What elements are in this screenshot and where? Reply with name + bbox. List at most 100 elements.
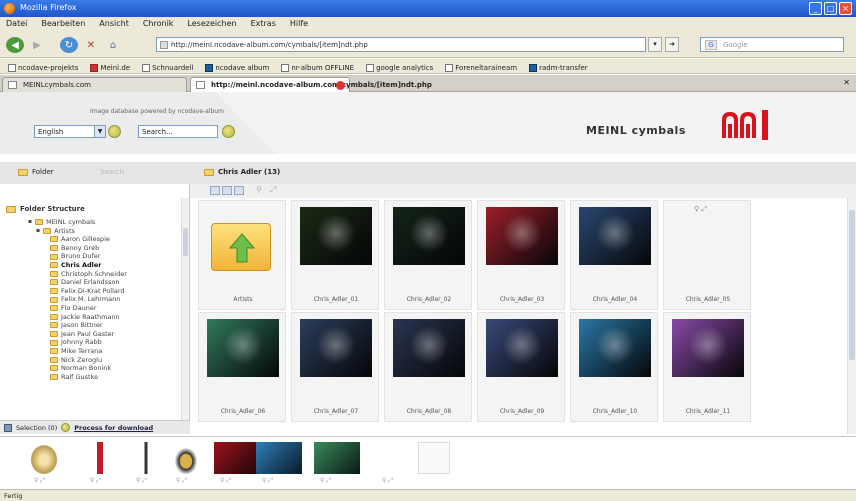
maximize-button[interactable]: □ — [824, 2, 837, 15]
thumbnail-cell[interactable]: Chris_Adler_02 — [384, 200, 472, 310]
bookmark-item[interactable]: Foreneltaraineam — [445, 62, 517, 73]
selection-thumbnail[interactable] — [376, 442, 408, 474]
zoom-icon[interactable]: ⚲ ⤢ — [694, 205, 707, 214]
bookmark-item[interactable]: ncodave album — [205, 62, 269, 73]
view-grid-icon[interactable] — [210, 186, 220, 195]
close-tab-icon[interactable] — [336, 81, 345, 90]
selection-thumbnail[interactable] — [214, 442, 260, 474]
photo-thumbnail[interactable] — [579, 319, 651, 377]
tree-group[interactable]: ▪ Artists — [28, 227, 127, 236]
menu-help[interactable]: Hilfe — [290, 19, 308, 32]
stop-icon[interactable]: ✕ — [82, 37, 100, 53]
selection-thumbnail[interactable] — [84, 442, 116, 474]
photo-thumbnail[interactable] — [393, 207, 465, 265]
reload-icon[interactable]: ↻ — [60, 37, 78, 53]
bookmark-item[interactable]: nr-album OFFLINE — [281, 62, 354, 73]
tree-item[interactable]: Ralf Gustke — [28, 373, 127, 382]
tab-folder[interactable]: Folder — [18, 168, 54, 176]
selection-thumbnail[interactable] — [314, 442, 360, 474]
search-field[interactable]: G Google — [700, 37, 844, 52]
thumbnail-cell[interactable]: Chris_Adler_10 — [570, 312, 658, 422]
search-button[interactable] — [222, 125, 235, 138]
close-button[interactable]: × — [839, 2, 852, 15]
language-select[interactable]: English ▼ — [34, 125, 106, 138]
zoom-icon[interactable]: ⚲ ⤢ — [262, 477, 273, 485]
zoom-icon[interactable]: ⚲ ⤢ — [382, 477, 393, 485]
tree-item[interactable]: Felix M. Lehrmann — [28, 295, 127, 304]
zoom-icon[interactable]: ⚲ ⤢ — [90, 477, 101, 485]
tree-item[interactable]: Mike Terrana — [28, 347, 127, 356]
tree-item[interactable]: Nick Zeroglu — [28, 356, 127, 365]
forward-arrow-icon[interactable]: ▶ — [28, 37, 46, 53]
zoom-icon[interactable]: ⚲ — [256, 185, 262, 194]
photo-thumbnail[interactable] — [300, 207, 372, 265]
tree-item[interactable]: Jason Bittner — [28, 321, 127, 330]
process-download-link[interactable]: Process for download — [74, 424, 153, 432]
bookmark-item[interactable]: google analytics — [366, 62, 433, 73]
tab-search[interactable]: Search — [100, 168, 124, 176]
selection-thumbnail[interactable] — [28, 442, 60, 474]
photo-thumbnail[interactable] — [672, 319, 744, 377]
zoom-icon[interactable]: ⚲ ⤢ — [34, 477, 45, 485]
thumbnail-cell[interactable]: Chris_Adler_07 — [291, 312, 379, 422]
zoom-icon[interactable]: ⚲ ⤢ — [136, 477, 147, 485]
tab-meinl[interactable]: MEINLcymbals.com — [2, 77, 187, 92]
tree-item[interactable]: Felix Di-Krat Pollard — [28, 287, 127, 296]
close-icon[interactable]: ✕ — [843, 78, 850, 87]
expand-icon[interactable]: ⤢ — [270, 185, 276, 195]
url-field[interactable]: http://meinl.ncodave-album.com/cymbals/[… — [156, 37, 646, 52]
photo-thumbnail[interactable] — [300, 319, 372, 377]
thumbnail-cell[interactable]: Chris_Adler_06 — [198, 312, 286, 422]
home-icon[interactable]: ⌂ — [104, 37, 122, 53]
tree-item[interactable]: Daniel Erlandsson — [28, 278, 127, 287]
expand-icon[interactable]: ▪ — [28, 218, 32, 227]
menu-view[interactable]: Ansicht — [99, 19, 129, 32]
tree-item[interactable]: Johnny Rabb — [28, 338, 127, 347]
thumbnail-cell[interactable]: Chris_Adler_11 — [663, 312, 751, 422]
go-button[interactable] — [108, 125, 121, 138]
content-scrollbar[interactable] — [847, 198, 856, 434]
thumbnail-cell[interactable]: Chris_Adler_03 — [477, 200, 565, 310]
tree-root[interactable]: ▪ MEINL cymbals — [28, 218, 127, 227]
photo-thumbnail[interactable] — [486, 207, 558, 265]
view-list-icon[interactable] — [222, 186, 232, 195]
tree-item[interactable]: Bruno Dufer — [28, 252, 127, 261]
tree-item-selected[interactable]: Chris Adler — [28, 261, 127, 270]
menu-history[interactable]: Chronik — [143, 19, 174, 32]
left-scrollbar[interactable] — [181, 198, 189, 420]
bookmark-item[interactable]: Meinl.de — [90, 62, 130, 73]
tree-item[interactable]: Norman Bonink — [28, 364, 127, 373]
view-detail-icon[interactable] — [234, 186, 244, 195]
selection-thumbnail[interactable] — [130, 442, 162, 474]
thumbnail-cell[interactable]: Chris_Adler_08 — [384, 312, 472, 422]
photo-thumbnail[interactable] — [579, 207, 651, 265]
tree-item[interactable]: Jackie Raathmann — [28, 313, 127, 322]
thumbnail-cell[interactable]: Artists — [198, 200, 286, 310]
thumbnail-cell[interactable]: Chris_Adler_04 — [570, 200, 658, 310]
tab-album[interactable]: http://meinl.ncodave-album.com/cymbals/[… — [190, 77, 432, 92]
tree-item[interactable]: Flo Dauner — [28, 304, 127, 313]
thumbnail-cell[interactable]: Chris_Adler_01 — [291, 200, 379, 310]
thumbnail-cell[interactable]: ⚲ ⤢ Chris_Adler_05 — [663, 200, 751, 310]
scroll-thumb[interactable] — [183, 228, 188, 256]
photo-thumbnail[interactable] — [393, 319, 465, 377]
menu-bookmarks[interactable]: Lesezeichen — [187, 19, 236, 32]
menu-edit[interactable]: Bearbeiten — [41, 19, 85, 32]
selection-thumbnail[interactable] — [256, 442, 302, 474]
minimize-button[interactable]: _ — [809, 2, 822, 15]
tree-item[interactable]: Benny Greb — [28, 244, 127, 253]
menu-tools[interactable]: Extras — [251, 19, 276, 32]
search-input[interactable]: Search... — [138, 125, 218, 138]
tree-item[interactable]: Christoph Schneider — [28, 270, 127, 279]
zoom-icon[interactable]: ⚲ ⤢ — [220, 477, 231, 485]
scroll-thumb[interactable] — [849, 210, 855, 360]
thumbnail-cell[interactable]: Chris_Adler_09 — [477, 312, 565, 422]
photo-thumbnail[interactable] — [207, 319, 279, 377]
tree-item[interactable]: Aaron Gillespie — [28, 235, 127, 244]
selection-thumbnail[interactable] — [418, 442, 450, 474]
expand-icon[interactable]: ▪ — [36, 227, 40, 236]
zoom-icon[interactable]: ⚲ ⤢ — [176, 477, 187, 485]
parent-folder-icon[interactable] — [211, 223, 271, 271]
tree-item[interactable]: Jean Paul Gaster — [28, 330, 127, 339]
zoom-icon[interactable]: ⚲ ⤢ — [320, 477, 331, 485]
